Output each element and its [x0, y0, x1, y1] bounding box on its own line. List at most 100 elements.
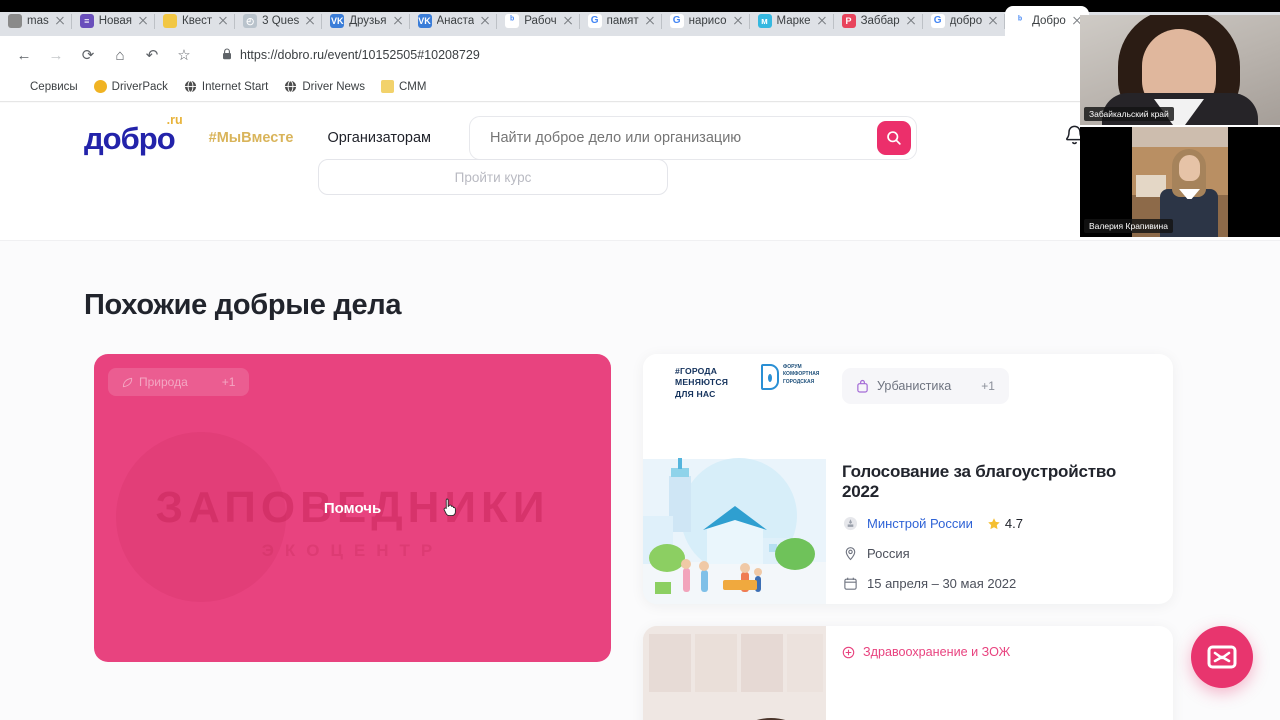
event-card-tag[interactable]: Урбанистика +1 [842, 368, 1009, 404]
tab-close-icon[interactable] [905, 15, 917, 27]
browser-tab[interactable]: VK Анаста [410, 6, 498, 36]
event-card-tag-extra: +1 [981, 379, 995, 393]
bookmark-item[interactable]: Internet Start [184, 80, 268, 93]
star-icon [988, 517, 1000, 529]
back-button[interactable]: ← [10, 41, 38, 69]
tab-close-icon[interactable] [644, 15, 656, 27]
zabbar-favicon: Р [841, 14, 856, 28]
generic-favicon [8, 14, 22, 28]
screen-root: mas ≡ Новая Квест ◴ 3 Ques VK Друзья VK Анаста ᵇ Ра… [0, 0, 1280, 720]
event-card-rating-value: 4.7 [1004, 516, 1023, 531]
history-button[interactable]: ↶ [138, 41, 166, 69]
browser-tab-title: Рабоч [524, 15, 557, 27]
apps-grid-icon [12, 80, 25, 93]
city-illustration [643, 458, 826, 604]
google-favicon: G [587, 14, 602, 28]
event-card-tag-label-2: Здравоохранение и ЗОЖ [863, 645, 1011, 659]
reload-button[interactable]: ⟳ [74, 41, 102, 69]
forward-button[interactable]: → [42, 41, 70, 69]
browser-tab-title: Добро [1032, 15, 1066, 27]
browser-tab-title: нарисо [688, 15, 727, 27]
forum-logo-mark [761, 364, 779, 390]
browser-tab-title: Марке [776, 15, 811, 27]
globe-icon [184, 80, 197, 93]
banner-line-3: ДЛЯ НАС [675, 388, 716, 399]
browser-tab[interactable]: Квест [155, 6, 236, 36]
tab-close-icon[interactable] [732, 15, 744, 27]
address-bar-url: https://dobro.ru/event/10152505#10208729 [240, 48, 480, 62]
nav-link-organizatoram[interactable]: Организаторам [327, 130, 431, 146]
bookmark-label: Сервисы [30, 80, 78, 93]
bookmark-item[interactable]: DriverPack [93, 80, 168, 93]
tab-close-icon[interactable] [54, 15, 66, 27]
bookmark-star-button[interactable]: ☆ [170, 41, 198, 69]
video-tile-1[interactable]: Забайкальский край [1080, 15, 1280, 125]
bookmark-item[interactable]: Сервисы [12, 80, 78, 93]
event-card-image-2 [643, 626, 826, 720]
chat-fab-button[interactable] [1191, 626, 1253, 688]
tab-close-icon[interactable] [479, 15, 491, 27]
browser-tab-title: 3 Ques [262, 15, 300, 27]
bookmark-item[interactable]: Driver News [284, 80, 365, 93]
clock-favicon: ◴ [243, 14, 258, 28]
vk-favicon: VK [330, 14, 345, 28]
tab-close-icon[interactable] [392, 15, 404, 27]
home-button[interactable]: ⌂ [106, 41, 134, 69]
page-content: Похожие добрые дела Природа +1 ЗАПОВЕДНИ… [0, 289, 1280, 720]
bookmark-label: DriverPack [111, 80, 168, 93]
video-tile-2[interactable]: Валерия Крапивина [1080, 127, 1280, 237]
event-card-organization-row: Минстрой России 4.7 [842, 515, 1157, 532]
tab-close-icon[interactable] [217, 15, 229, 27]
browser-tab[interactable]: Gпамят [580, 6, 662, 36]
take-course-button[interactable]: Пройти курс [318, 159, 668, 195]
tab-close-icon[interactable] [816, 15, 828, 27]
tab-close-icon[interactable] [987, 15, 999, 27]
search-input[interactable] [488, 129, 877, 147]
organization-emblem-icon [842, 515, 859, 532]
search-button[interactable] [877, 121, 911, 155]
market-favicon: ᴍ [757, 14, 772, 28]
browser-tab[interactable]: ᵇ Рабоч [497, 6, 580, 36]
browser-tab[interactable]: Gдобро [923, 6, 1006, 36]
promo-card-zapovedniki[interactable]: Природа +1 ЗАПОВЕДНИКИ ЭКОЦЕНТР Помочь [94, 354, 611, 662]
forum-logo-line-3: ГОРОДСКАЯ [783, 378, 815, 385]
help-button[interactable]: Помочь [324, 500, 381, 517]
forum-logo-text: ФОРУМ КОМФОРТНАЯ ГОРОДСКАЯ [783, 364, 819, 386]
tab-close-icon[interactable] [562, 15, 574, 27]
search-bar[interactable] [469, 116, 917, 160]
tab-close-icon[interactable] [137, 15, 149, 27]
browser-tab[interactable]: Gнарисо [662, 6, 750, 36]
browser-tab[interactable]: mas [0, 6, 72, 36]
browser-tab[interactable]: Р Заббар [834, 6, 923, 36]
chat-envelope-icon [1207, 645, 1237, 669]
browser-tab[interactable]: VK Друзья [322, 6, 410, 36]
dobro-favicon: ᵇ [505, 14, 520, 28]
event-card-blagoustroystvo[interactable]: #ГОРОДА МЕНЯЮТСЯ ДЛЯ НАС ФОРУМ КОМФОРТНА… [643, 354, 1173, 604]
yellow-favicon [163, 14, 178, 28]
list-favicon: ≡ [79, 14, 94, 28]
bookmark-item[interactable]: CMM [381, 80, 426, 93]
tab-close-icon[interactable] [304, 15, 316, 27]
event-card-health[interactable]: Здравоохранение и ЗОЖ [643, 626, 1173, 720]
site-logo[interactable]: добро .ru [84, 113, 183, 153]
browser-tab-title: добро [949, 15, 983, 27]
browser-tab-title: Заббар [860, 15, 900, 27]
health-icon [842, 646, 855, 658]
lock-icon [222, 47, 232, 63]
video-tile-2-person-face [1179, 155, 1200, 181]
event-card-organization[interactable]: Минстрой России [867, 516, 973, 531]
browser-tab[interactable]: ≡ Новая [72, 6, 156, 36]
google-favicon: G [930, 14, 945, 28]
browser-tab[interactable]: ᵇ Добро [1005, 6, 1089, 36]
browser-tab[interactable]: ◴ 3 Ques [235, 6, 323, 36]
video-conference-overlay: Забайкальский край Валерия Крапивина [1080, 15, 1280, 237]
browser-tab-title: Квест [182, 15, 213, 27]
event-card-tag-2[interactable]: Здравоохранение и ЗОЖ [842, 640, 1024, 664]
browser-tab-title: Друзья [349, 15, 387, 27]
banner-headline: #ГОРОДА МЕНЯЮТСЯ ДЛЯ НАС [675, 366, 728, 400]
video-tile-1-name: Забайкальский край [1084, 107, 1174, 121]
nav-link-mivmeste[interactable]: #МыВместе [209, 130, 294, 146]
bookmark-label: Driver News [302, 80, 365, 93]
browser-tab[interactable]: ᴍ Марке [750, 6, 834, 36]
browser-tab-title: mas [27, 15, 49, 27]
